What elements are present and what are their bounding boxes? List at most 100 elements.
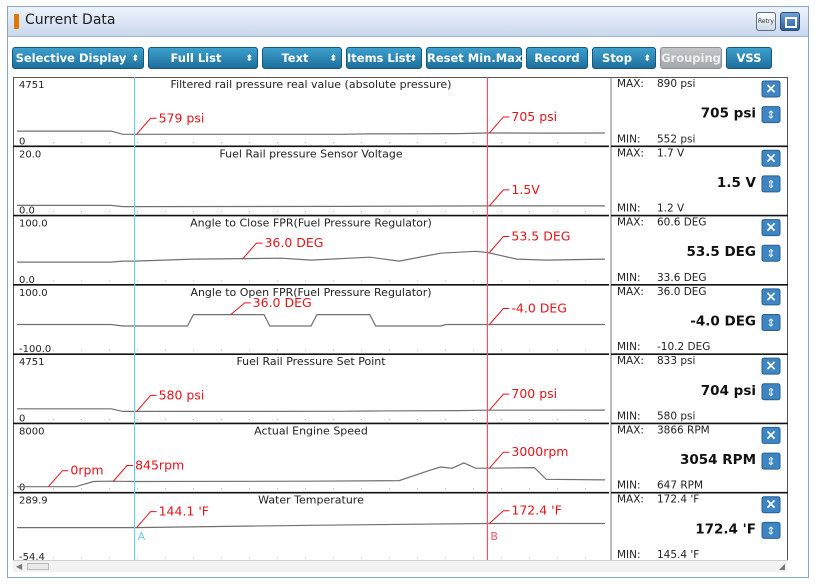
chevron-updown-icon: ⬍ bbox=[643, 54, 651, 64]
min-label: MIN: bbox=[617, 480, 641, 492]
close-icon: × bbox=[765, 220, 777, 236]
toolbar-button-label: Items List bbox=[347, 51, 412, 65]
current-value: 172.4 'F bbox=[695, 521, 756, 537]
max-label: MAX: bbox=[617, 286, 644, 298]
updown-arrow-icon: ⇕ bbox=[766, 524, 775, 537]
toolbar-button-label: Full List bbox=[170, 51, 222, 65]
close-icon: × bbox=[765, 289, 777, 305]
annotation-label: 144.1 'F bbox=[159, 504, 209, 519]
annotation-label: 705 psi bbox=[511, 109, 557, 124]
panel-title: Fuel Rail Pressure Set Point bbox=[236, 355, 386, 368]
toolbar-vss-button[interactable]: VSS bbox=[726, 47, 772, 69]
panel-title: Filtered rail pressure real value (absol… bbox=[171, 78, 452, 91]
min-label: MIN: bbox=[617, 272, 641, 284]
toolbar-record-button[interactable]: Record bbox=[526, 47, 588, 69]
scroll-thumb[interactable] bbox=[27, 563, 49, 570]
panel-title: Actual Engine Speed bbox=[254, 424, 368, 437]
y-max-label: 4751 bbox=[19, 80, 44, 91]
current-value: 705 psi bbox=[701, 106, 756, 122]
min-label: MIN: bbox=[617, 341, 641, 353]
y-max-label: 100.0 bbox=[19, 219, 48, 230]
max-value: 172.4 'F bbox=[657, 494, 699, 506]
scroll-left-icon[interactable]: ◀ bbox=[16, 562, 22, 571]
close-icon: × bbox=[765, 81, 777, 97]
chevron-updown-icon: ⬍ bbox=[131, 54, 139, 64]
panel-title: Fuel Rail pressure Sensor Voltage bbox=[219, 147, 402, 160]
annotation-label: 579 psi bbox=[159, 110, 205, 125]
min-value: 33.6 DEG bbox=[657, 272, 707, 284]
current-value: 704 psi bbox=[701, 383, 756, 399]
close-icon: × bbox=[765, 150, 777, 166]
max-value: 890 psi bbox=[657, 78, 695, 90]
max-label: MAX: bbox=[617, 147, 644, 159]
updown-arrow-icon: ⇕ bbox=[766, 109, 775, 122]
toolbar-selective-display-button[interactable]: Selective Display ⬍ bbox=[12, 47, 144, 69]
toolbar-items-list-button[interactable]: Items List ⬍ bbox=[346, 47, 422, 69]
annotation-label: 0rpm bbox=[70, 463, 103, 478]
updown-arrow-icon: ⇕ bbox=[766, 317, 775, 330]
annotation-label: 172.4 'F bbox=[511, 503, 561, 518]
max-label: MAX: bbox=[617, 217, 644, 229]
toolbar-reset-min-max-button[interactable]: Reset Min.Max bbox=[426, 47, 522, 69]
annotation-label: 700 psi bbox=[511, 386, 557, 401]
current-value: 1.5 V bbox=[717, 175, 757, 191]
annotation-label: 36.0 DEG bbox=[264, 235, 323, 250]
close-icon: × bbox=[765, 358, 777, 374]
max-label: MAX: bbox=[617, 355, 644, 367]
title-bar: Current Data Retry bbox=[8, 7, 808, 37]
min-value: 552 psi bbox=[657, 133, 695, 145]
toolbar-button-label: Stop bbox=[602, 51, 632, 65]
annotation-label: 36.0 DEG bbox=[253, 295, 312, 310]
y-max-label: 8000 bbox=[19, 426, 44, 437]
max-value: 1.7 V bbox=[657, 147, 685, 159]
chevron-updown-icon: ⬍ bbox=[409, 54, 417, 64]
current-value: 3054 RPM bbox=[680, 452, 756, 468]
max-value: 60.6 DEG bbox=[657, 217, 707, 229]
cursor-b-label: B bbox=[490, 530, 498, 543]
data-graphs: 47510Filtered rail pressure real value (… bbox=[13, 77, 788, 563]
max-value: 3866 RPM bbox=[657, 424, 710, 436]
y-max-label: 20.0 bbox=[19, 149, 41, 160]
toolbar-full-list-button[interactable]: Full List ⬍ bbox=[148, 47, 258, 69]
annotation-label: 53.5 DEG bbox=[511, 228, 570, 243]
close-icon: × bbox=[765, 427, 777, 443]
current-value: 53.5 DEG bbox=[686, 244, 756, 260]
window-title: Current Data bbox=[25, 12, 116, 28]
max-value: 833 psi bbox=[657, 355, 695, 367]
toolbar-text-button[interactable]: Text ⬍ bbox=[262, 47, 342, 69]
max-label: MAX: bbox=[617, 424, 644, 436]
min-value: 1.2 V bbox=[657, 203, 685, 215]
toolbar-button-label: Reset Min.Max bbox=[427, 51, 523, 65]
min-value: 647 RPM bbox=[657, 480, 703, 492]
min-label: MIN: bbox=[617, 410, 641, 422]
window-icon bbox=[14, 14, 19, 29]
toolbar-button-label: VSS bbox=[736, 51, 762, 65]
updown-arrow-icon: ⇕ bbox=[766, 455, 775, 468]
panel-title: Angle to Close FPR(Fuel Pressure Regulat… bbox=[190, 217, 432, 230]
resize-grip-icon: ◢ bbox=[778, 562, 785, 571]
annotation-label: 1.5V bbox=[511, 182, 540, 197]
toolbar-button-label: Record bbox=[534, 51, 580, 65]
retry-button[interactable]: Retry bbox=[756, 12, 776, 31]
min-label: MIN: bbox=[617, 203, 641, 215]
annotation-label: 845rpm bbox=[135, 458, 184, 473]
max-value: 36.0 DEG bbox=[657, 286, 707, 298]
y-max-label: 4751 bbox=[19, 357, 44, 368]
horizontal-scrollbar[interactable]: ◀ ◢ bbox=[13, 560, 788, 572]
min-label: MIN: bbox=[617, 133, 641, 145]
min-value: -10.2 DEG bbox=[657, 341, 710, 353]
updown-arrow-icon: ⇕ bbox=[766, 178, 775, 191]
toolbar-stop-button[interactable]: Stop ⬍ bbox=[592, 47, 656, 69]
chevron-updown-icon: ⬍ bbox=[245, 54, 253, 64]
annotation-label: -4.0 DEG bbox=[511, 300, 567, 315]
toolbar-grouping-button: Grouping bbox=[660, 47, 722, 69]
chevron-updown-icon: ⬍ bbox=[329, 54, 337, 64]
y-max-label: 100.0 bbox=[19, 288, 48, 299]
toolbar-button-label: Text bbox=[281, 51, 309, 65]
min-value: 580 psi bbox=[657, 410, 695, 422]
max-label: MAX: bbox=[617, 78, 644, 90]
maximize-button[interactable] bbox=[780, 12, 800, 31]
live-data-panels: 4751 0 Filtered rail pressure real value (… bbox=[13, 77, 788, 563]
y-max-label: 289.9 bbox=[19, 496, 48, 507]
updown-arrow-icon: ⇕ bbox=[766, 247, 775, 260]
